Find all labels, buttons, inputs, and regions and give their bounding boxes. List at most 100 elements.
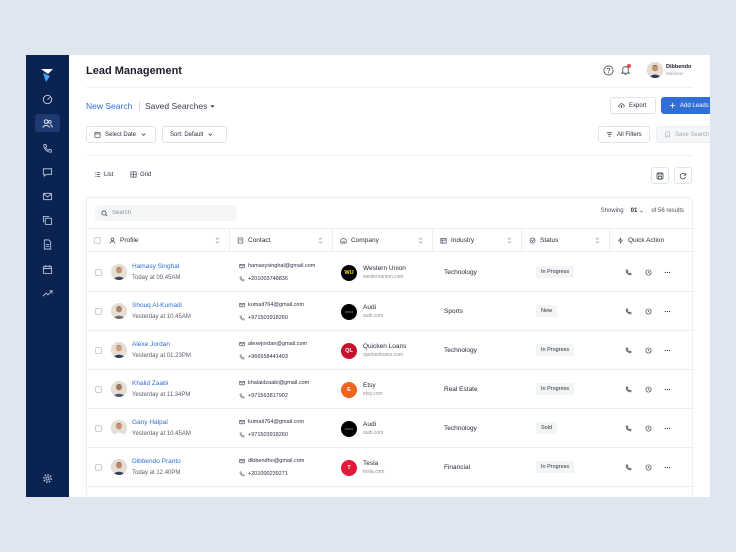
lead-name[interactable]: Gany Halpal — [132, 419, 168, 426]
lead-phone[interactable]: +201003748836 — [239, 276, 288, 282]
sort-dropdown[interactable]: Sort: Default — [162, 126, 227, 143]
sort-icon[interactable] — [318, 237, 323, 244]
call-action-button[interactable] — [624, 385, 632, 393]
view-grid-label: Grid — [140, 171, 152, 178]
view-grid-option[interactable]: Grid — [130, 171, 151, 178]
lead-name[interactable]: Khalid Zaabi — [132, 380, 168, 387]
more-actions-button[interactable] — [663, 346, 671, 354]
row-checkbox[interactable] — [95, 347, 102, 354]
table-search[interactable] — [95, 205, 237, 221]
table-row[interactable]: Shouq Al-Kumaiti Yesterday at 10.45AM kuma… — [87, 292, 694, 331]
more-actions-button[interactable] — [663, 424, 671, 432]
table-row[interactable]: Alexe Jordan Yesterday at 01.23PM alexejor… — [87, 331, 694, 370]
schedule-action-button[interactable] — [644, 385, 652, 393]
search-input[interactable] — [112, 210, 222, 216]
phone-icon — [239, 432, 245, 438]
sidebar-item-leads[interactable] — [35, 114, 60, 132]
add-leads-button[interactable]: Add Leads — [661, 97, 710, 114]
company-website[interactable]: quickenloans.com — [363, 352, 403, 358]
call-action-button[interactable] — [624, 463, 632, 471]
tab-saved-searches[interactable]: Saved Searches — [145, 101, 215, 111]
call-action-button[interactable] — [624, 268, 632, 276]
tab-new-search[interactable]: New Search — [86, 101, 132, 111]
help-icon[interactable] — [603, 65, 614, 76]
company-website[interactable]: etsy.com — [363, 391, 383, 397]
select-all-checkbox[interactable] — [94, 237, 101, 244]
column-profile[interactable]: Profile — [87, 229, 230, 252]
lead-email[interactable]: khalaidzaabi@gmail.com — [239, 380, 309, 386]
lead-name[interactable]: Dibbendo Pranto — [132, 458, 181, 465]
lead-phone[interactable]: +201000239271 — [239, 471, 288, 477]
lead-email[interactable]: alexejordan@gmail.com — [239, 341, 307, 347]
lead-email[interactable]: hamasysinghal@gmail.com — [239, 263, 315, 269]
company-website[interactable]: tesla.com — [363, 469, 384, 475]
lead-name[interactable]: Alexe Jordan — [132, 341, 170, 348]
avatar[interactable] — [647, 62, 663, 78]
page-size-select[interactable]: 01 — [628, 208, 648, 214]
sidebar-item-mail[interactable] — [35, 187, 60, 205]
schedule-action-button[interactable] — [644, 307, 652, 315]
save-search-button[interactable]: Save Search — [656, 126, 710, 143]
user-photo-icon — [111, 459, 127, 475]
company-website[interactable]: westernunion.com — [363, 274, 404, 280]
refresh-button[interactable] — [674, 167, 692, 184]
lead-name[interactable]: Shouq Al-Kumaiti — [132, 302, 182, 309]
sidebar-item-messages[interactable] — [35, 163, 60, 181]
more-actions-button[interactable] — [663, 268, 671, 276]
sort-icon[interactable] — [595, 237, 600, 244]
lead-email[interactable]: kumait764@gmail.com — [239, 302, 304, 308]
lead-email[interactable]: dibbendho@gmail.com — [239, 458, 304, 464]
table-row[interactable]: Gany Halpal Yesterday at 10.45AM kumait764… — [87, 409, 694, 448]
more-actions-button[interactable] — [663, 463, 671, 471]
lead-phone[interactable]: +971503918260 — [239, 432, 288, 438]
lead-phone[interactable]: +966558441493 — [239, 354, 288, 360]
column-status[interactable]: Status — [522, 229, 610, 252]
lead-phone[interactable]: +971503918260 — [239, 315, 288, 321]
brand-logo-icon — [41, 69, 53, 82]
column-contact[interactable]: Contact — [230, 229, 333, 252]
company-website[interactable]: audi.com — [363, 430, 383, 436]
schedule-action-button[interactable] — [644, 346, 652, 354]
schedule-action-button[interactable] — [644, 463, 652, 471]
table-row[interactable]: Dibbendo Pranto Today at 12.40PM dibbendho… — [87, 448, 694, 487]
sidebar-item-documents[interactable] — [35, 235, 60, 253]
sidebar-item-calendar[interactable] — [35, 260, 60, 278]
column-quick-action-label: Quick Action — [628, 237, 665, 244]
lead-email[interactable]: kumait764@gmail.com — [239, 419, 304, 425]
view-list-option[interactable]: List — [94, 171, 113, 178]
sidebar-item-copy[interactable] — [35, 211, 60, 229]
company-website[interactable]: audi.com — [363, 313, 383, 319]
save-view-button[interactable] — [651, 167, 669, 184]
sort-icon[interactable] — [418, 237, 423, 244]
more-actions-button[interactable] — [663, 307, 671, 315]
call-action-button[interactable] — [624, 307, 632, 315]
sidebar-item-settings[interactable] — [35, 469, 60, 487]
column-industry[interactable]: Industry — [433, 229, 522, 252]
tab-separator — [139, 101, 140, 111]
table-row[interactable]: Khalid Zaabi Yesterday at 11.34PM khalaidz… — [87, 370, 694, 409]
sort-icon[interactable] — [507, 237, 512, 244]
more-actions-button[interactable] — [663, 385, 671, 393]
lead-phone[interactable]: +971563817902 — [239, 393, 288, 399]
schedule-action-button[interactable] — [644, 424, 652, 432]
all-filters-label: All Filters — [617, 131, 642, 138]
call-action-button[interactable] — [624, 424, 632, 432]
column-company[interactable]: Company — [333, 229, 433, 252]
all-filters-button[interactable]: All Filters — [598, 126, 650, 143]
row-checkbox[interactable] — [95, 386, 102, 393]
select-date-dropdown[interactable]: Select Date — [86, 126, 156, 143]
row-checkbox[interactable] — [95, 308, 102, 315]
sort-icon[interactable] — [215, 237, 220, 244]
sidebar-item-analytics[interactable] — [35, 284, 60, 302]
call-action-button[interactable] — [624, 346, 632, 354]
add-leads-label: Add Leads — [680, 102, 709, 109]
row-checkbox[interactable] — [95, 425, 102, 432]
row-checkbox[interactable] — [95, 269, 102, 276]
sidebar-item-dashboard[interactable] — [35, 90, 60, 108]
sidebar-item-calls[interactable] — [35, 139, 60, 157]
table-row[interactable]: Hamasy Singhal Today at 09.45AM hamasysing… — [87, 253, 694, 292]
schedule-action-button[interactable] — [644, 268, 652, 276]
row-checkbox[interactable] — [95, 464, 102, 471]
export-button[interactable]: Export — [610, 97, 656, 114]
lead-name[interactable]: Hamasy Singhal — [132, 263, 179, 270]
